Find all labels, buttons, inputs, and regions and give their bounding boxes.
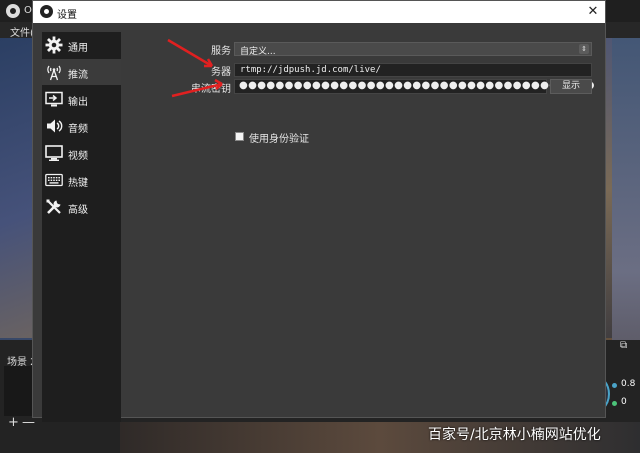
- sidebar-item-label: 高级: [68, 205, 88, 216]
- settings-dialog: 设置 ✕ 通用 推流 输出 音频 视频 热键 高级 服务 自定义... ⇕ 务器…: [32, 0, 606, 422]
- dialog-body: 通用 推流 输出 音频 视频 热键 高级 服务 自定义... ⇕ 务器 rtmp…: [33, 23, 605, 422]
- service-select-value: 自定义...: [240, 47, 276, 57]
- gear-icon: [45, 36, 63, 54]
- sidebar-item-hotkeys[interactable]: 热键: [42, 167, 121, 193]
- upload-dot-icon: [612, 383, 617, 388]
- sidebar-item-audio[interactable]: 音频: [42, 113, 121, 139]
- obs-logo-icon: [6, 4, 20, 18]
- download-dot-icon: [612, 401, 617, 406]
- upload-speed: 0.8: [621, 379, 636, 389]
- monitor-icon: [45, 145, 63, 161]
- use-auth-label: 使用身份验证: [249, 134, 309, 145]
- watermark: 百家号/北京林小楠网站优化: [428, 427, 601, 443]
- obs-logo-icon: [40, 5, 53, 18]
- close-button[interactable]: ✕: [585, 4, 601, 20]
- antenna-icon: [47, 65, 61, 81]
- server-label: 务器: [211, 67, 231, 78]
- show-key-button[interactable]: 显示: [550, 79, 592, 94]
- tools-icon: [46, 199, 61, 214]
- keyboard-icon: [45, 173, 63, 187]
- download-speed: 0: [621, 397, 627, 407]
- stream-key-value: ●●●●●●●●●●●●●●●●●●●●●●●●●●●●●●●●●●●●●●●: [239, 80, 595, 91]
- sidebar-item-general[interactable]: 通用: [42, 32, 121, 58]
- settings-sidebar: 通用 推流 输出 音频 视频 热键 高级: [42, 32, 121, 422]
- service-label: 服务: [211, 46, 231, 57]
- stream-key-input[interactable]: ●●●●●●●●●●●●●●●●●●●●●●●●●●●●●●●●●●●●●●●: [234, 79, 595, 94]
- sidebar-item-label: 推流: [68, 70, 88, 81]
- sidebar-item-label: 视频: [68, 151, 88, 162]
- chevron-updown-icon: ⇕: [579, 44, 589, 54]
- dock-float-icon[interactable]: ⧉: [620, 340, 632, 351]
- service-select[interactable]: 自定义... ⇕: [234, 42, 592, 57]
- sidebar-item-label: 输出: [68, 97, 88, 108]
- speaker-icon: [47, 119, 63, 133]
- dialog-titlebar[interactable]: 设置 ✕: [33, 1, 605, 24]
- sidebar-item-output[interactable]: 输出: [42, 86, 121, 112]
- dialog-title: 设置: [57, 10, 77, 21]
- sidebar-item-label: 音频: [68, 124, 88, 135]
- sidebar-item-video[interactable]: 视频: [42, 140, 121, 166]
- sidebar-item-label: 通用: [68, 43, 88, 54]
- sidebar-item-label: 热键: [68, 178, 88, 189]
- sidebar-item-stream[interactable]: 推流: [42, 59, 121, 85]
- server-input[interactable]: rtmp://jdpush.jd.com/live/: [234, 63, 592, 77]
- stream-key-label: 串流密钥: [191, 84, 231, 95]
- add-scene-button[interactable]: +: [8, 415, 19, 430]
- use-auth-checkbox[interactable]: [235, 132, 244, 141]
- output-icon: [45, 91, 63, 107]
- server-input-value: rtmp://jdpush.jd.com/live/: [240, 65, 381, 75]
- sidebar-item-advanced[interactable]: 高级: [42, 194, 121, 220]
